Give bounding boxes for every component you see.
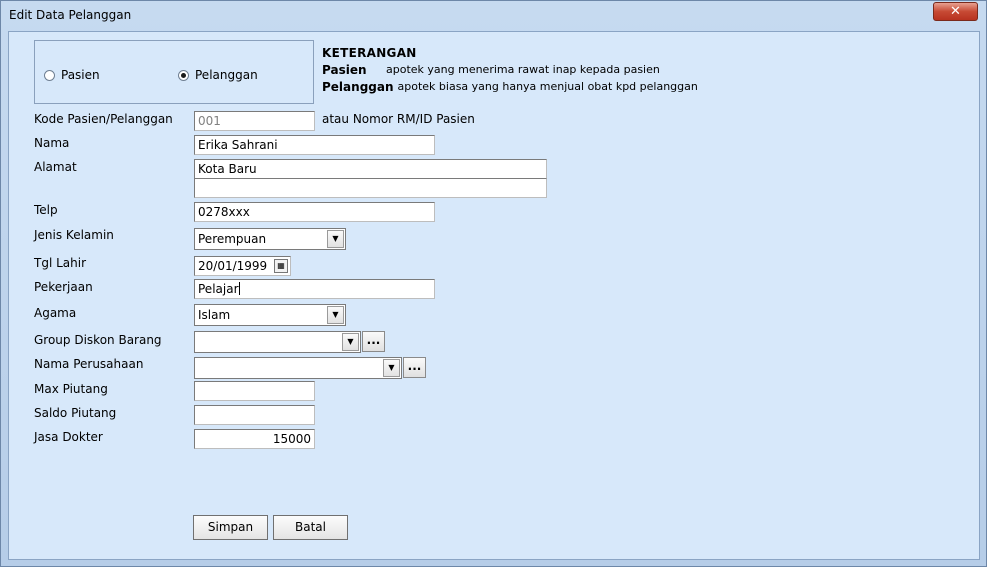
nama-perusahaan-label: Nama Perusahaan: [34, 357, 144, 371]
jenis-kelamin-value: Perempuan: [198, 232, 267, 246]
pekerjaan-input[interactable]: Pelajar: [194, 279, 435, 299]
chevron-down-icon[interactable]: ▼: [383, 359, 400, 377]
keterangan-row-pelanggan: Pelanggan apotek biasa yang hanya menjua…: [322, 80, 698, 94]
agama-label: Agama: [34, 306, 77, 320]
max-piutang-label: Max Piutang: [34, 382, 108, 396]
jasa-dokter-input[interactable]: 15000: [194, 429, 315, 449]
kode-hint: atau Nomor RM/ID Pasien: [322, 112, 475, 126]
radio-pelanggan[interactable]: Pelanggan: [178, 68, 258, 82]
keterangan-row-pasien: Pasien apotek yang menerima rawat inap k…: [322, 63, 698, 77]
kode-input[interactable]: 001: [194, 111, 315, 131]
alamat-label: Alamat: [34, 160, 77, 174]
radio-pelanggan-label: Pelanggan: [195, 68, 258, 82]
edit-data-pelanggan-window: Edit Data Pelanggan ✕ Pasien Pelanggan K…: [0, 0, 987, 567]
type-radio-group: Pasien Pelanggan: [34, 40, 314, 104]
close-icon: ✕: [950, 4, 961, 19]
radio-pelanggan-circle[interactable]: [178, 69, 189, 81]
tgl-lahir-label: Tgl Lahir: [34, 256, 87, 270]
agama-select[interactable]: Islam ▼: [194, 304, 346, 326]
agama-value: Islam: [198, 308, 231, 322]
telp-label: Telp: [34, 203, 58, 217]
close-button[interactable]: ✕: [933, 2, 978, 21]
nama-perusahaan-select[interactable]: ▼: [194, 357, 402, 379]
keterangan-title: KETERANGAN: [322, 46, 417, 60]
nama-label: Nama: [34, 136, 70, 150]
group-diskon-select[interactable]: ▼: [194, 331, 361, 353]
keterangan-term: Pelanggan: [322, 80, 394, 94]
keterangan-desc: apotek yang menerima rawat inap kepada p…: [386, 63, 660, 76]
text-cursor: [238, 282, 240, 295]
saldo-piutang-label: Saldo Piutang: [34, 406, 117, 420]
group-diskon-browse-button[interactable]: ...: [362, 331, 385, 352]
chevron-down-icon[interactable]: ▼: [342, 333, 359, 351]
jenis-kelamin-label: Jenis Kelamin: [34, 228, 114, 242]
chevron-down-icon[interactable]: ▼: [327, 306, 344, 324]
group-diskon-label: Group Diskon Barang: [34, 333, 162, 347]
pekerjaan-value: Pelajar: [198, 282, 239, 296]
max-piutang-input[interactable]: [194, 381, 315, 401]
nama-input[interactable]: Erika Sahrani: [194, 135, 435, 155]
radio-pasien-circle[interactable]: [44, 69, 55, 81]
tgl-lahir-value: 20/01/1999: [198, 259, 268, 273]
telp-input[interactable]: 0278xxx: [194, 202, 435, 222]
batal-button[interactable]: Batal: [273, 515, 348, 540]
pekerjaan-label: Pekerjaan: [34, 280, 93, 294]
calendar-icon[interactable]: ▦: [274, 259, 288, 273]
jenis-kelamin-select[interactable]: Perempuan ▼: [194, 228, 346, 250]
window-title: Edit Data Pelanggan: [9, 8, 132, 22]
keterangan-desc: apotek biasa yang hanya menjual obat kpd…: [397, 80, 698, 93]
tgl-lahir-input[interactable]: 20/01/1999 ▦: [194, 256, 291, 276]
simpan-button[interactable]: Simpan: [193, 515, 268, 540]
nama-perusahaan-browse-button[interactable]: ...: [403, 357, 426, 378]
keterangan-panel: KETERANGAN Pasien apotek yang menerima r…: [322, 46, 698, 94]
alamat-line2-input[interactable]: [194, 178, 547, 198]
kode-label: Kode Pasien/Pelanggan: [34, 112, 173, 126]
chevron-down-icon[interactable]: ▼: [327, 230, 344, 248]
saldo-piutang-input[interactable]: [194, 405, 315, 425]
form-panel: Pasien Pelanggan KETERANGAN Pasien apote…: [8, 31, 980, 560]
alamat-line1-input[interactable]: Kota Baru: [194, 159, 547, 179]
jasa-dokter-label: Jasa Dokter: [34, 430, 103, 444]
title-bar[interactable]: Edit Data Pelanggan ✕: [1, 1, 986, 31]
radio-pasien-label: Pasien: [61, 68, 100, 82]
keterangan-term: Pasien: [322, 63, 367, 77]
radio-pasien[interactable]: Pasien: [44, 68, 100, 82]
